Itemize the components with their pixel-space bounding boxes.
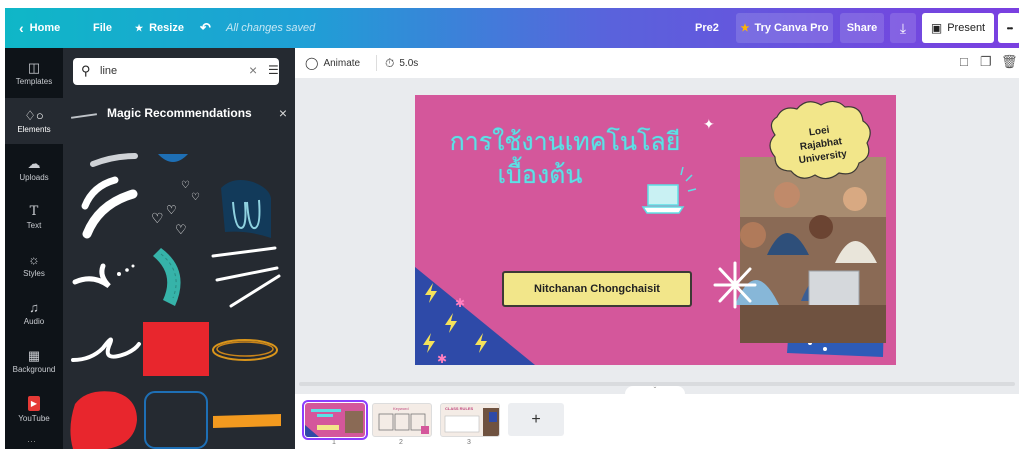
page-number-1: 1 bbox=[332, 439, 336, 446]
sidebar-item-templates[interactable]: ◫ Templates bbox=[5, 50, 63, 96]
animate-icon: ◯ bbox=[305, 56, 319, 70]
sidebar-item-background[interactable]: ▦ Background bbox=[5, 338, 63, 384]
white-curl-line-element[interactable] bbox=[71, 337, 141, 362]
toolbar-divider bbox=[376, 55, 377, 71]
side-rail: ◫ Templates ♢○ Elements ☁ Uploads T Text… bbox=[5, 48, 63, 449]
plus-icon: + bbox=[531, 410, 541, 428]
sidebar-item-uploads[interactable]: ☁ Uploads bbox=[5, 146, 63, 192]
author-name: Nitchanan Chongchaisit bbox=[534, 283, 660, 295]
crown-icon: ★ bbox=[740, 22, 750, 34]
red-square-element[interactable] bbox=[143, 322, 209, 376]
text-icon: T bbox=[29, 203, 39, 219]
rail-more-icon[interactable]: ⋯ bbox=[27, 436, 36, 447]
undo-icon: ↶ bbox=[200, 20, 211, 35]
resize-icon: ★ bbox=[135, 22, 144, 33]
element-results-grid: ♡ ♡ ♡ ♡ ♡ bbox=[70, 153, 281, 449]
arrow-scribble-element[interactable] bbox=[72, 263, 135, 289]
editor-toolbar: ◯ Animate ⏱ 5.0s □ ❐ 🗑 bbox=[295, 48, 1019, 78]
timer-icon: ⏱ bbox=[385, 56, 395, 70]
orange-brush-stroke-element[interactable] bbox=[213, 414, 281, 428]
editor-workspace: ◯ Animate ⏱ 5.0s □ ❐ 🗑 ✱ ✱ ✦ การใช้งานเท… bbox=[295, 48, 1019, 449]
page-thumbnail-1[interactable] bbox=[302, 400, 368, 440]
add-page-icon[interactable]: □ bbox=[960, 54, 968, 69]
slide-title[interactable]: การใช้งานเทคโนโลยี เบื้องต้น bbox=[415, 125, 715, 191]
elements-panel: ⚲ line × ☰ Magic Recommendations × ♡ ♡ ♡… bbox=[63, 48, 295, 449]
svg-text:✱: ✱ bbox=[455, 296, 465, 310]
sidebar-item-text[interactable]: T Text bbox=[5, 194, 63, 240]
red-blob-element[interactable] bbox=[70, 391, 137, 449]
page-2-preview bbox=[378, 413, 429, 434]
svg-text:♡: ♡ bbox=[181, 180, 190, 191]
document-name[interactable]: Pre2 bbox=[695, 8, 719, 48]
author-banner[interactable]: Nitchanan Chongchaisit bbox=[502, 271, 692, 307]
elements-icon: ♢○ bbox=[24, 107, 44, 123]
page-number-3: 3 bbox=[467, 439, 471, 446]
sidebar-item-styles[interactable]: ☼ Styles bbox=[5, 242, 63, 288]
background-icon: ▦ bbox=[27, 347, 41, 363]
white-swoosh-element[interactable] bbox=[81, 176, 138, 239]
top-bar: ‹ Home File ★ Resize ↶ All changes saved… bbox=[5, 8, 1019, 48]
blue-loops-element[interactable] bbox=[221, 180, 271, 238]
page-filmstrip: 1 Keyword 2 CLASS RULES 3 + bbox=[295, 394, 1019, 449]
delete-page-icon[interactable]: 🗑 bbox=[1001, 54, 1018, 70]
download-button[interactable]: ⤓ bbox=[890, 13, 916, 43]
blue-half-circle-element[interactable] bbox=[158, 154, 188, 162]
orange-scribble-oval-element[interactable] bbox=[212, 339, 278, 361]
photo-frame bbox=[735, 157, 886, 357]
youtube-icon: ▶ bbox=[27, 395, 41, 411]
duplicate-page-icon[interactable]: ❐ bbox=[980, 54, 992, 70]
svg-text:♡: ♡ bbox=[166, 203, 177, 217]
templates-icon: ◫ bbox=[27, 59, 41, 75]
more-options-button[interactable]: ••• bbox=[998, 13, 1019, 43]
sidebar-item-audio[interactable]: ♫ Audio bbox=[5, 290, 63, 336]
home-button[interactable]: ‹ Home bbox=[19, 8, 60, 48]
try-canva-pro-button[interactable]: ★ Try Canva Pro bbox=[736, 13, 833, 43]
download-icon: ⤓ bbox=[899, 19, 907, 36]
chevron-left-icon: ‹ bbox=[19, 20, 24, 36]
hearts-doodle-element[interactable]: ♡ ♡ ♡ ♡ ♡ bbox=[151, 180, 200, 237]
slide-title-line-2: เบื้องต้น bbox=[497, 160, 583, 189]
svg-text:✱: ✱ bbox=[437, 352, 447, 365]
white-starburst bbox=[713, 261, 757, 309]
file-label: File bbox=[93, 22, 112, 34]
page-thumbnail-2[interactable]: Keyword bbox=[372, 403, 432, 437]
sidebar-item-elements[interactable]: ♢○ Elements bbox=[5, 98, 63, 144]
styles-icon: ☼ bbox=[28, 251, 40, 267]
add-page-button[interactable]: + bbox=[508, 403, 564, 436]
page-number-2: 2 bbox=[399, 439, 403, 446]
page-1-preview bbox=[305, 409, 363, 437]
blue-rounded-square-element[interactable] bbox=[144, 391, 208, 449]
page-thumbnail-3[interactable]: CLASS RULES bbox=[440, 403, 500, 437]
svg-text:♡: ♡ bbox=[151, 210, 164, 226]
grey-stroke-element[interactable] bbox=[90, 153, 138, 167]
file-menu[interactable]: File bbox=[93, 8, 112, 48]
present-icon: ▣ bbox=[930, 21, 943, 35]
undo-button[interactable]: ↶ bbox=[200, 8, 211, 48]
canva-editor: ‹ Home File ★ Resize ↶ All changes saved… bbox=[0, 0, 1019, 449]
resize-button[interactable]: ★ Resize bbox=[135, 8, 184, 48]
sidebar-item-youtube[interactable]: ▶ YouTube bbox=[5, 386, 63, 432]
resize-label: Resize bbox=[149, 22, 184, 34]
more-icon: ••• bbox=[1006, 23, 1013, 33]
slide-title-line-1: การใช้งานเทคโนโลยี bbox=[449, 127, 681, 156]
audio-icon: ♫ bbox=[29, 299, 39, 315]
svg-text:♡: ♡ bbox=[191, 192, 200, 203]
page-3-preview bbox=[444, 408, 499, 436]
teal-arc-element[interactable] bbox=[153, 248, 181, 306]
uploads-icon: ☁ bbox=[27, 155, 41, 171]
duration-button[interactable]: ⏱ 5.0s bbox=[385, 56, 418, 71]
parallel-lines-element[interactable] bbox=[211, 246, 281, 308]
present-button[interactable]: ▣ Present bbox=[922, 13, 994, 43]
home-label: Home bbox=[29, 22, 61, 34]
save-status: All changes saved bbox=[226, 22, 316, 34]
share-button[interactable]: Share bbox=[840, 13, 884, 43]
slide-canvas[interactable]: ✱ ✱ ✦ การใช้งานเทคโนโลยี เบื้องต้น Nitch… bbox=[415, 95, 896, 365]
svg-text:♡: ♡ bbox=[175, 222, 187, 237]
animate-button[interactable]: ◯ Animate bbox=[305, 56, 360, 70]
